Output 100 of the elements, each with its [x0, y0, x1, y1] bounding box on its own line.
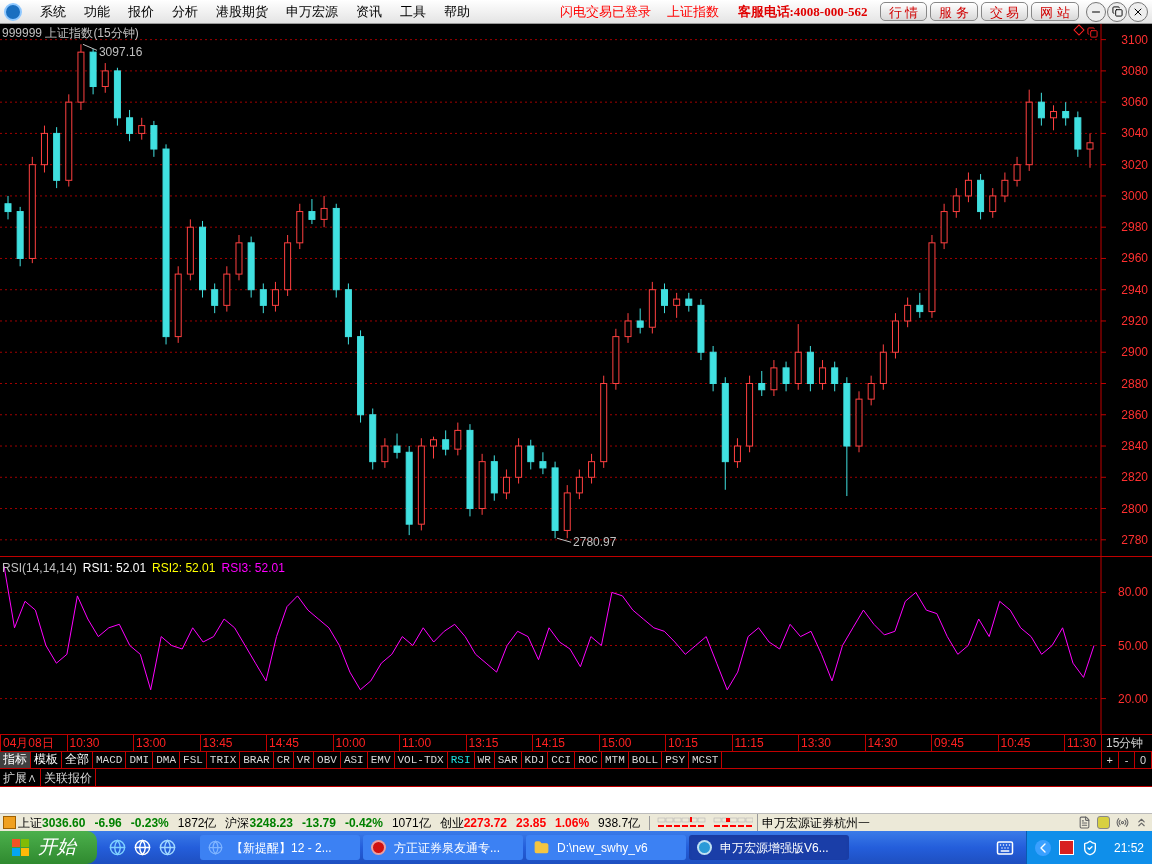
index-name: 创业 [439, 814, 464, 832]
antenna-icon[interactable] [1116, 816, 1129, 829]
nav-button[interactable]: 交 易 [980, 2, 1029, 21]
minimize-button[interactable] [1086, 1, 1106, 22]
candlestick [758, 370, 766, 397]
indicator-tab[interactable]: 指标 [0, 752, 31, 768]
y-tick-label: 2880 [1121, 376, 1149, 391]
notice-text[interactable]: 闪电交易已登录 [560, 1, 651, 22]
indicator-tab[interactable]: MACD [93, 752, 127, 768]
axis-label: 2780 [1100, 532, 1148, 547]
candlestick [308, 198, 316, 225]
indicator-tab[interactable]: 模板 [31, 752, 62, 768]
close-button[interactable] [1128, 1, 1148, 22]
keyboard-icon[interactable] [995, 838, 1014, 857]
candlestick [685, 292, 693, 313]
candlestick [624, 312, 632, 344]
menu-item[interactable]: 系统 [40, 1, 66, 22]
start-button[interactable]: 开始 [0, 831, 97, 864]
candlestick [819, 359, 827, 391]
windows-logo-icon [12, 838, 30, 857]
legend-label: RSI1: 52.01 [82, 560, 147, 577]
menu-item[interactable]: 分析 [172, 1, 198, 22]
candlestick [502, 468, 510, 500]
indicator-tab[interactable]: FSL [180, 752, 207, 768]
axis-label: 2900 [1100, 345, 1148, 360]
candlestick [989, 187, 997, 219]
taskbar-button[interactable]: 方正证券泉友通专... [363, 835, 523, 860]
indicator-tab[interactable]: BOLL [628, 752, 663, 768]
indicator-tab[interactable]: KDJ [521, 752, 549, 768]
indicator-tab[interactable]: VOL-TDX [394, 752, 448, 768]
y-tick-label: 2780 [1121, 532, 1149, 547]
indicator-tab[interactable]: 全部 [62, 752, 93, 768]
indicator-tab[interactable]: CCI [548, 752, 576, 768]
index-name: 沪深 [225, 814, 250, 832]
indicator-tab[interactable]: ASI [340, 752, 368, 768]
index-change: -6.96 [94, 814, 122, 832]
candlestick [211, 282, 219, 314]
indicator-tab[interactable]: WR [474, 752, 495, 768]
window-icon[interactable] [1087, 27, 1098, 38]
candlestick [1086, 132, 1094, 169]
shield-icon[interactable] [1081, 839, 1098, 856]
axis-label: 3040 [1100, 126, 1148, 141]
y-tick-label: 3040 [1121, 126, 1149, 141]
zoom-button[interactable]: + [1102, 752, 1119, 768]
indicator-tab[interactable]: CR [273, 752, 294, 768]
y-tick-label: 2920 [1121, 313, 1149, 328]
browser-icon [208, 840, 223, 855]
indicator-tab[interactable]: BRAR [240, 752, 274, 768]
taskbar-button[interactable]: 【新提醒】12 - 2... [200, 835, 360, 860]
y-tick-label: 3020 [1121, 157, 1149, 172]
candlestick [1037, 92, 1045, 127]
menu-item[interactable]: 资讯 [356, 1, 382, 22]
menu-item[interactable]: 功能 [84, 1, 110, 22]
menu-item[interactable]: 港股期货 [216, 1, 268, 22]
axis-label: 2860 [1100, 407, 1148, 422]
indicator-tab[interactable]: DMI [126, 752, 154, 768]
zoom-button[interactable]: - [1118, 752, 1136, 768]
y-tick-label: 3100 [1121, 32, 1149, 47]
nav-button[interactable]: 网 站 [1031, 2, 1079, 21]
zoom-button[interactable]: 0 [1135, 752, 1152, 768]
candlestick [673, 292, 681, 319]
candlestick [539, 451, 547, 475]
y-tick-label: 2980 [1121, 220, 1149, 235]
indicator-tab[interactable]: RSI [447, 752, 475, 768]
candlestick [952, 187, 960, 219]
taskbar-button[interactable]: D:\new_swhy_v6 [526, 835, 686, 860]
menu-item[interactable]: 报价 [128, 1, 154, 22]
indicator-tab[interactable]: SAR [494, 752, 522, 768]
arrows-up-icon[interactable] [1135, 816, 1148, 829]
indicator-tab[interactable]: EMV [367, 752, 395, 768]
candlestick [320, 195, 328, 228]
indicator-tab[interactable]: VR [293, 752, 315, 768]
time-label: 11:00 [399, 735, 466, 751]
indicator-tab[interactable]: MTM [602, 752, 629, 768]
expand-tray-icon[interactable] [1034, 839, 1051, 856]
axis-label: 2960 [1100, 251, 1148, 266]
document-icon[interactable] [1078, 816, 1091, 829]
indicator-tab[interactable]: OBV [314, 752, 341, 768]
axis-label: 3080 [1100, 63, 1148, 78]
restore-button[interactable] [1107, 1, 1127, 22]
index-change: -13.79 [301, 814, 336, 832]
browser-icon[interactable] [159, 839, 176, 856]
indicator-tab[interactable]: PSY [662, 752, 689, 768]
time-label: 14:15 [532, 735, 599, 751]
indicator-tab[interactable]: ROC [575, 752, 602, 768]
notice-text[interactable]: 上证指数 [667, 1, 719, 22]
candlestick [1001, 171, 1009, 203]
menu-item[interactable]: 帮助 [444, 1, 470, 22]
nav-button[interactable]: 行 情 [879, 2, 928, 21]
indicator-tab[interactable]: DMA [153, 752, 181, 768]
menu-item[interactable]: 申万宏源 [286, 1, 338, 22]
turnover-text: 1071亿 [391, 814, 431, 832]
menu-item[interactable]: 工具 [400, 1, 426, 22]
taskbar-button[interactable]: 申万宏源增强版V6... [689, 835, 849, 860]
indicator-tab[interactable]: TRIX [206, 752, 241, 768]
nav-button[interactable]: 服 务 [930, 2, 978, 21]
tray-app-icon[interactable] [1058, 840, 1074, 855]
period-label[interactable]: 15分钟 [1101, 735, 1152, 751]
browser-icon[interactable] [109, 839, 126, 856]
indicator-tab[interactable]: MCST [689, 752, 723, 768]
